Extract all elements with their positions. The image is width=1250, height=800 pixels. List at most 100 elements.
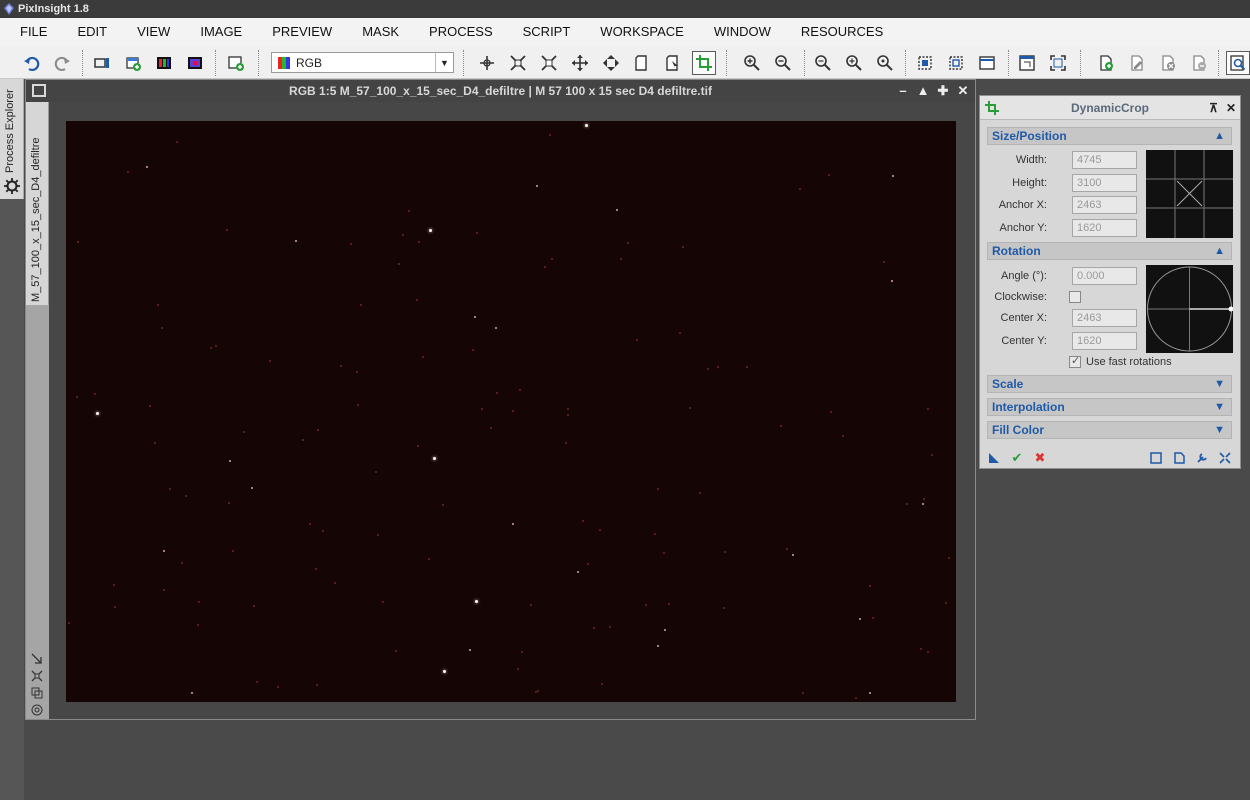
fast-rotations-checkbox[interactable] [1069, 354, 1081, 368]
center-icon[interactable] [599, 51, 623, 75]
star [534, 690, 537, 693]
cancel-icon[interactable]: ✖ [1032, 450, 1048, 466]
shade-icon[interactable]: ▲ [915, 80, 931, 102]
zoom-fit-window-icon[interactable] [842, 51, 866, 75]
angle-field[interactable]: 0.000 [1072, 267, 1137, 285]
window-frame-icon[interactable] [975, 51, 999, 75]
chevron-down-icon[interactable]: ▼ [435, 53, 453, 72]
expand-icon[interactable]: ▼ [1214, 376, 1225, 392]
height-field[interactable]: 3100 [1072, 174, 1137, 192]
apply-icon[interactable]: ✔ [1009, 450, 1025, 466]
center-y-label: Center Y: [1001, 335, 1047, 347]
menu-process[interactable]: PROCESS [414, 18, 508, 46]
menu-image[interactable]: IMAGE [185, 18, 257, 46]
minimize-icon[interactable]: – [895, 80, 911, 102]
undo-icon[interactable] [20, 51, 44, 75]
document-settings-icon[interactable] [1187, 51, 1211, 75]
fit-view-icon[interactable] [506, 51, 530, 75]
width-field[interactable]: 4745 [1072, 151, 1137, 169]
astro-image[interactable] [66, 121, 956, 702]
menu-workspace[interactable]: WORKSPACE [585, 18, 699, 46]
zoom-actual-icon[interactable] [873, 51, 897, 75]
browse-documentation-icon[interactable] [1148, 450, 1164, 466]
color-image-icon[interactable] [183, 51, 207, 75]
collapse-icon[interactable]: ▲ [1214, 128, 1225, 144]
wrench-icon[interactable] [1194, 450, 1210, 466]
collapse-icon[interactable]: ▲ [1214, 243, 1225, 259]
arrow-down-right-icon[interactable] [31, 653, 43, 665]
menu-file[interactable]: FILE [0, 18, 62, 46]
crop-selection-icon[interactable] [944, 51, 968, 75]
menu-mask[interactable]: MASK [347, 18, 414, 46]
dynamic-crop-title-bar[interactable]: DynamicCrop ⊼ ✕ [980, 96, 1240, 120]
zoom-fit-icon[interactable] [537, 51, 561, 75]
rotation-header[interactable]: Rotation ▲ [987, 242, 1232, 260]
maximize-window-icon[interactable] [1015, 51, 1039, 75]
center-y-field[interactable]: 1620 [1072, 332, 1137, 350]
star [786, 547, 789, 550]
star [93, 393, 96, 396]
edit-instance-icon[interactable] [1171, 450, 1187, 466]
scale-header[interactable]: Scale ▼ [987, 375, 1232, 393]
star [842, 435, 845, 438]
menu-window[interactable]: WINDOW [699, 18, 786, 46]
star [707, 368, 710, 371]
dynamic-crop-icon[interactable] [692, 51, 716, 75]
process-icon[interactable] [90, 51, 114, 75]
new-image-icon[interactable] [121, 51, 145, 75]
reset-icon[interactable] [1217, 450, 1233, 466]
zoom-out-icon[interactable] [771, 51, 795, 75]
zoom-in-icon[interactable] [740, 51, 764, 75]
zoom-1-1-icon[interactable] [811, 51, 835, 75]
menu-edit[interactable]: EDIT [62, 18, 122, 46]
delete-document-icon[interactable] [1156, 51, 1180, 75]
pan-icon[interactable] [475, 51, 499, 75]
close-icon[interactable]: ✕ [955, 80, 971, 102]
menu-script[interactable]: SCRIPT [508, 18, 586, 46]
expand-icon[interactable]: ▼ [1214, 399, 1225, 415]
interpolation-header[interactable]: Interpolation ▼ [987, 398, 1232, 416]
anchor-x-field[interactable]: 2463 [1072, 196, 1137, 214]
dynamic-crop-panel: DynamicCrop ⊼ ✕ Size/Position ▲ Width: 4… [979, 95, 1241, 469]
move-icon[interactable] [568, 51, 592, 75]
anchor-y-field[interactable]: 1620 [1072, 219, 1137, 237]
clone-icon[interactable] [31, 687, 43, 699]
edit-document-icon[interactable] [1125, 51, 1149, 75]
process-explorer-tab[interactable]: Process Explorer [0, 79, 24, 199]
select-icon[interactable] [661, 51, 685, 75]
star [654, 532, 657, 535]
fit-image-icon[interactable] [913, 51, 937, 75]
search-icon[interactable] [1226, 51, 1250, 75]
fill-color-header[interactable]: Fill Color ▼ [987, 421, 1232, 439]
rotation-dial[interactable] [1146, 265, 1233, 353]
rgb-channels-icon[interactable] [152, 51, 176, 75]
image-window-title-bar[interactable]: RGB 1:5 M_57_100_x_15_sec_D4_defiltre | … [26, 80, 975, 102]
menu-preview[interactable]: PREVIEW [257, 18, 347, 46]
star [577, 570, 580, 573]
view-tab[interactable]: M_57_100_x_15_sec_D4_defiltre [26, 102, 49, 305]
shrink-icon[interactable] [31, 670, 43, 682]
size-position-header[interactable]: Size/Position ▲ [987, 127, 1232, 145]
anchor-grid[interactable] [1146, 150, 1233, 238]
center-x-field[interactable]: 2463 [1072, 309, 1137, 327]
star [489, 427, 492, 430]
new-preview-icon[interactable] [224, 51, 248, 75]
target-icon[interactable] [31, 704, 43, 716]
star [252, 604, 255, 607]
image-window[interactable]: RGB 1:5 M_57_100_x_15_sec_D4_defiltre | … [25, 79, 976, 720]
maximize-icon[interactable]: ✚ [935, 80, 951, 102]
close-icon[interactable]: ✕ [1226, 96, 1236, 120]
menu-view[interactable]: VIEW [122, 18, 185, 46]
image-viewport[interactable] [49, 102, 975, 719]
new-instance-icon[interactable] [986, 450, 1002, 466]
star [268, 360, 271, 363]
shade-icon[interactable]: ⊼ [1209, 96, 1218, 120]
new-document-icon[interactable] [1094, 51, 1118, 75]
page-icon[interactable] [630, 51, 654, 75]
channel-select[interactable]: RGB ▼ [271, 52, 454, 73]
redo-icon[interactable] [50, 51, 74, 75]
expand-icon[interactable]: ▼ [1214, 422, 1225, 438]
menu-resources[interactable]: RESOURCES [786, 18, 898, 46]
fullscreen-icon[interactable] [1046, 51, 1070, 75]
clockwise-checkbox[interactable] [1069, 291, 1081, 303]
